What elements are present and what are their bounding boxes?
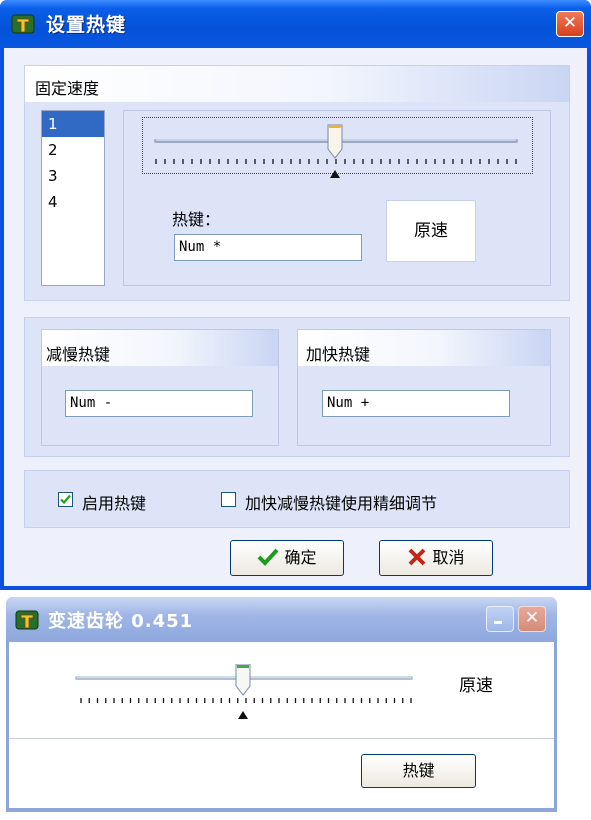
speed-slider[interactable] <box>142 119 532 191</box>
fixed-speed-group: 固定速度 1 2 3 4 热键： Num * 原速 <box>24 65 570 301</box>
title-bar[interactable]: 设置热键 ✕ <box>0 0 591 48</box>
options-group: 启用热键 加快减慢热键使用精细调节 <box>24 470 570 528</box>
hotkey-settings-window: 设置热键 ✕ 固定速度 1 2 3 4 热键： Num * 原速 减慢热键 Nu… <box>0 0 591 590</box>
ok-button-label: 确定 <box>284 548 317 567</box>
fixed-speed-title: 固定速度 <box>35 79 100 98</box>
enable-hotkeys-checkbox[interactable] <box>58 492 73 507</box>
close-button[interactable]: ✕ <box>518 606 546 632</box>
checkmark-icon <box>60 494 71 505</box>
cancel-button[interactable]: 取消 <box>379 540 493 576</box>
fixed-hotkey-input[interactable]: Num * <box>174 234 362 261</box>
gear-divider <box>9 738 554 739</box>
enable-hotkeys-label[interactable]: 启用热键 <box>82 490 146 514</box>
close-icon: ✕ <box>562 13 578 33</box>
slow-down-group: 减慢热键 Num - <box>41 329 279 446</box>
gear-original-speed-label: 原速 <box>459 676 493 696</box>
speed-slider-ticks <box>155 159 517 164</box>
ok-button[interactable]: 确定 <box>230 540 344 576</box>
speed-gear-window: 变速齿轮 0.451 ✕ 原速 热键 <box>6 597 557 812</box>
speed-list-item[interactable]: 1 <box>42 111 104 137</box>
dialog-client-area: 固定速度 1 2 3 4 热键： Num * 原速 减慢热键 Num - 加快热… <box>4 48 587 586</box>
hotkey-button[interactable]: 热键 <box>361 754 476 788</box>
slider-thumb[interactable] <box>235 664 251 696</box>
cross-icon <box>409 548 426 566</box>
speed-list[interactable]: 1 2 3 4 <box>41 110 105 286</box>
speed-list-item[interactable]: 3 <box>42 163 104 189</box>
speed-up-hotkey-input[interactable]: Num + <box>322 390 510 417</box>
speed-list-item[interactable]: 4 <box>42 189 104 215</box>
slider-position-marker <box>238 711 248 719</box>
hotkey-pair-group: 减慢热键 Num - 加快热键 Num + <box>24 317 570 457</box>
slider-thumb[interactable] <box>327 124 343 159</box>
minimize-button[interactable] <box>486 606 514 632</box>
original-speed-button[interactable]: 原速 <box>386 200 476 262</box>
hotkey-button-label: 热键 <box>402 761 435 780</box>
slow-down-title: 减慢热键 <box>46 345 111 364</box>
minimize-icon <box>494 621 502 624</box>
gear-client-area: 原速 热键 <box>9 642 554 808</box>
speed-up-group: 加快热键 Num + <box>297 329 551 446</box>
gear-slider-ticks <box>80 698 412 703</box>
gear-window-title: 变速齿轮 0.451 <box>48 611 194 632</box>
fine-adjust-checkbox[interactable] <box>221 492 236 507</box>
fine-adjust-label[interactable]: 加快减慢热键使用精细调节 <box>245 490 437 514</box>
slider-position-marker <box>330 170 340 178</box>
close-button[interactable]: ✕ <box>556 11 584 37</box>
original-speed-button-label: 原速 <box>414 221 448 241</box>
app-gear-icon <box>15 610 39 630</box>
fixed-speed-header: 固定速度 <box>25 66 569 102</box>
window-title: 设置热键 <box>46 14 127 36</box>
speed-up-title: 加快热键 <box>306 345 371 364</box>
close-icon: ✕ <box>524 608 540 628</box>
speed-config-box: 热键： Num * 原速 <box>123 110 551 286</box>
gear-title-bar[interactable]: 变速齿轮 0.451 ✕ <box>6 597 557 642</box>
app-gear-icon <box>11 14 35 34</box>
hotkey-label: 热键： <box>172 210 221 229</box>
cancel-button-label: 取消 <box>432 548 465 567</box>
slow-down-hotkey-input[interactable]: Num - <box>65 390 253 417</box>
checkmark-icon <box>258 548 279 566</box>
speed-list-item[interactable]: 2 <box>42 137 104 163</box>
gear-speed-slider[interactable] <box>71 664 421 724</box>
